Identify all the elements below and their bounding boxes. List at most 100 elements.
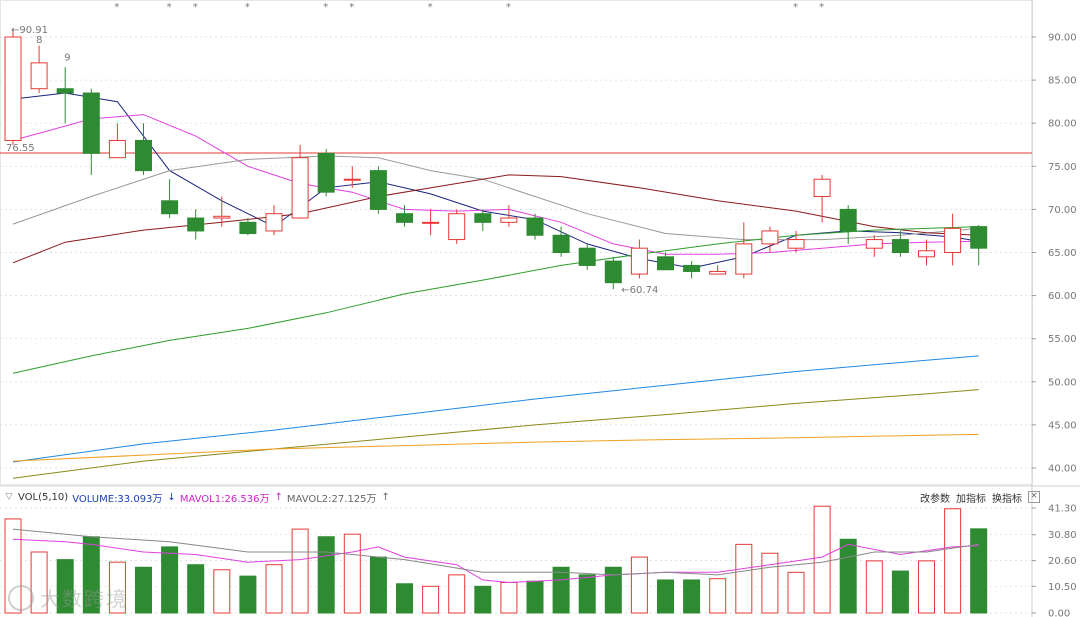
- candle-body[interactable]: [839, 208, 857, 232]
- candle-body[interactable]: [30, 62, 48, 90]
- mavol2-line: [12, 528, 979, 576]
- change-params-button[interactable]: 改参数: [920, 490, 950, 505]
- candle-body[interactable]: [918, 250, 935, 258]
- candle-body[interactable]: [604, 260, 622, 284]
- candle-body[interactable]: [82, 92, 100, 154]
- volume-tick-label: 30.80: [1048, 530, 1077, 541]
- ma60-line: [12, 226, 979, 374]
- volume-bar[interactable]: [526, 580, 544, 614]
- volume-value: VOLUME:33.093万: [72, 493, 163, 505]
- price-chart[interactable]: 90.0085.0080.0075.0070.0065.0060.0055.00…: [0, 0, 1080, 617]
- price-tick-label: 60.00: [1048, 291, 1077, 302]
- volume-bar[interactable]: [683, 579, 701, 614]
- candle-body[interactable]: [970, 226, 988, 249]
- volume-bar[interactable]: [552, 566, 570, 614]
- switch-indicator-button[interactable]: 换指标: [992, 490, 1022, 505]
- volume-bar[interactable]: [343, 533, 361, 614]
- candle-body[interactable]: [187, 217, 205, 232]
- candle-body[interactable]: [865, 239, 883, 249]
- volume-bar[interactable]: [944, 508, 962, 614]
- indicator-name[interactable]: VOL(5,10): [18, 492, 68, 503]
- candle-body[interactable]: [944, 227, 962, 253]
- candle-body[interactable]: [369, 170, 387, 210]
- volume-bar[interactable]: [787, 571, 805, 614]
- volume-bar[interactable]: [709, 578, 727, 614]
- add-indicator-button[interactable]: 加指标: [956, 490, 986, 505]
- volume-bar[interactable]: [500, 581, 518, 614]
- volume-bar[interactable]: [422, 585, 440, 614]
- candle-body[interactable]: [343, 178, 361, 181]
- volume-bar[interactable]: [474, 585, 492, 614]
- candle-body[interactable]: [630, 247, 648, 275]
- price-tick-label: 90.00: [1048, 33, 1077, 44]
- volume-bar[interactable]: [213, 569, 231, 614]
- volume-tick-label: 20.60: [1048, 556, 1077, 567]
- candle-body[interactable]: [657, 256, 674, 271]
- candle-body[interactable]: [56, 88, 74, 94]
- top-event-marker: *: [245, 2, 250, 13]
- volume-bar[interactable]: [396, 583, 413, 614]
- candle-body[interactable]: [108, 139, 126, 159]
- volume-bar[interactable]: [135, 566, 152, 614]
- volume-bar[interactable]: [839, 538, 857, 614]
- candle-body[interactable]: [239, 221, 257, 235]
- price-tick-label: 50.00: [1048, 377, 1077, 388]
- top-event-marker: *: [506, 2, 511, 13]
- price-tick-label: 45.00: [1048, 420, 1077, 431]
- candle-body[interactable]: [135, 139, 152, 172]
- candle-body[interactable]: [761, 230, 779, 245]
- candle-body[interactable]: [265, 213, 283, 232]
- top-event-marker: *: [167, 2, 172, 13]
- volume-bar[interactable]: [291, 528, 309, 614]
- volume-bar[interactable]: [918, 560, 935, 614]
- volume-bar[interactable]: [161, 546, 179, 614]
- watermark-logo-icon: [8, 584, 34, 611]
- candle-body[interactable]: [891, 239, 909, 254]
- price-tick-label: 85.00: [1048, 76, 1077, 87]
- candle-body[interactable]: [422, 221, 440, 224]
- candle-body[interactable]: [787, 239, 805, 249]
- candle-body[interactable]: [683, 264, 701, 272]
- candle-body[interactable]: [735, 243, 753, 275]
- volume-bar[interactable]: [239, 575, 257, 614]
- candle-body[interactable]: [552, 234, 570, 253]
- candle-body[interactable]: [709, 270, 727, 275]
- volume-indicator-header: ▽ VOL(5,10) VOLUME:33.093万 ↓ MAVOL1:26.53…: [4, 489, 390, 505]
- price-tick-label: 55.00: [1048, 334, 1077, 345]
- indicator-collapse-icon[interactable]: ▽: [4, 492, 14, 502]
- volume-bar[interactable]: [578, 574, 596, 614]
- candle-body[interactable]: [4, 36, 22, 141]
- candle-body[interactable]: [500, 217, 518, 223]
- candle-body[interactable]: [291, 157, 309, 219]
- volume-bar[interactable]: [891, 570, 909, 614]
- volume-bar[interactable]: [657, 579, 674, 614]
- price-tick-label: 40.00: [1048, 464, 1077, 475]
- candle-body[interactable]: [396, 213, 413, 223]
- volume-down-arrow-icon: ↓: [167, 491, 176, 503]
- candle-body[interactable]: [526, 217, 544, 236]
- mavol2-up-arrow-icon: ↑: [381, 491, 390, 503]
- volume-bar[interactable]: [187, 564, 205, 614]
- volume-bar[interactable]: [630, 556, 648, 614]
- candle-body[interactable]: [448, 213, 466, 241]
- candle-body[interactable]: [213, 215, 231, 219]
- volume-bar[interactable]: [448, 574, 466, 614]
- candle-body[interactable]: [578, 247, 596, 266]
- volume-bar[interactable]: [735, 543, 753, 614]
- volume-bar[interactable]: [761, 552, 779, 614]
- volume-bar[interactable]: [813, 505, 831, 614]
- volume-bar[interactable]: [970, 528, 988, 614]
- candle-body[interactable]: [317, 152, 335, 193]
- volume-bar[interactable]: [317, 536, 335, 614]
- close-icon[interactable]: ×: [1028, 491, 1040, 503]
- candle-body[interactable]: [161, 200, 179, 215]
- candle-body[interactable]: [813, 178, 831, 197]
- volume-bar[interactable]: [265, 564, 283, 614]
- volume-bar[interactable]: [604, 566, 622, 614]
- volume-bar[interactable]: [865, 560, 883, 614]
- candle-body[interactable]: [474, 213, 492, 223]
- watermark-text: 大数跨境: [40, 587, 128, 611]
- sequence-count-9: 9: [64, 52, 70, 63]
- top-event-marker: *: [819, 2, 824, 13]
- volume-bar[interactable]: [369, 556, 387, 614]
